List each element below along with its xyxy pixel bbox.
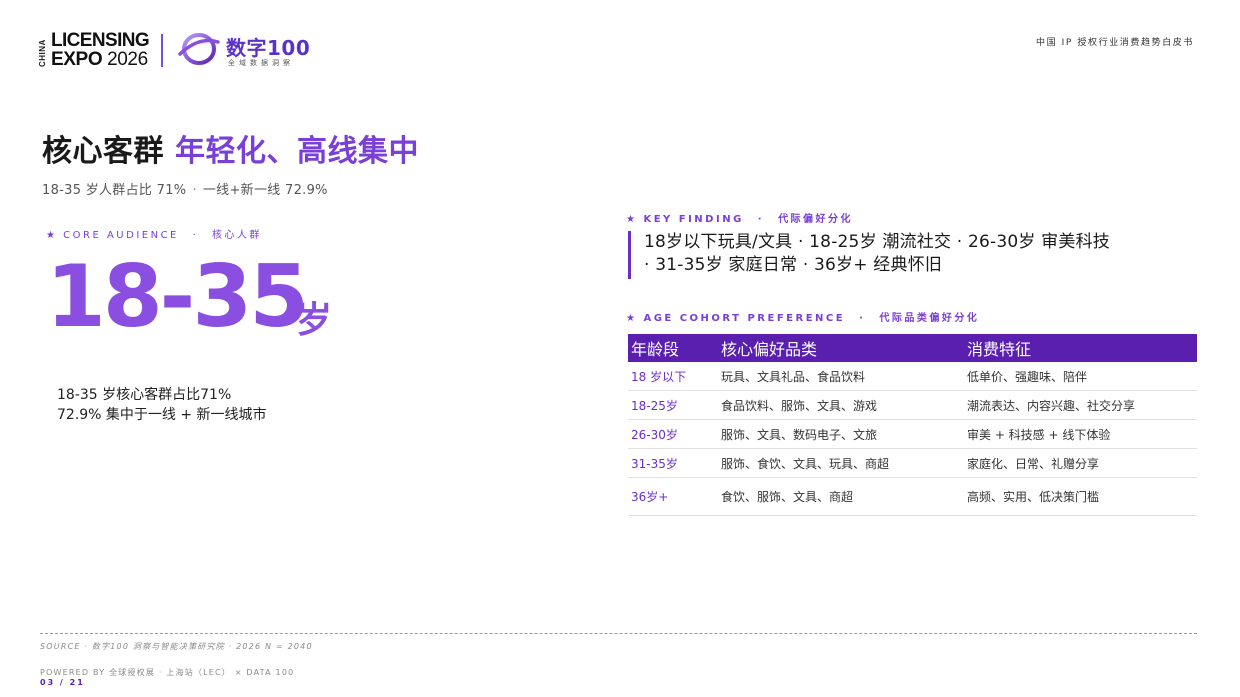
cell-category: 服饰、文具、数码电子、文旅 (718, 419, 964, 449)
logo-expo-text: EXPO (51, 49, 103, 70)
footer-source: SOURCE · 数字100 洞察与智能决策研究院 · 2026 N = 204… (40, 642, 313, 651)
subline-dot: · (192, 183, 197, 198)
table-row: 18-25岁 食品饮料、服饰、文具、游戏 潮流表达、内容兴趣、社交分享 (628, 390, 1197, 420)
core-age-number: 18-35 (46, 247, 309, 347)
logo-year-text: 2026 (107, 49, 148, 70)
footer-powered-by: POWERED BY 全球授权展 · 上海站（LEC） × DATA 100 (40, 668, 295, 677)
cell-age: 18 岁以下 (628, 362, 718, 391)
table-row: 18 岁以下 玩具、文具礼品、食品饮料 低单价、强趣味、陪伴 (628, 362, 1197, 391)
core-description: 18-35 岁核心客群占比71% 72.9% 集中于一线 + 新一线城市 (57, 385, 267, 425)
cell-category: 玩具、文具礼品、食品饮料 (718, 362, 964, 391)
age-cohort-label-en: AGE COHORT PREFERENCE (643, 313, 846, 324)
age-cohort-table: 年龄段 核心偏好品类 消费特征 18 岁以下 玩具、文具礼品、食品饮料 低单价、… (628, 334, 1197, 516)
cell-category: 食品饮料、服饰、文具、游戏 (718, 390, 964, 420)
table-header-row: 年龄段 核心偏好品类 消费特征 (628, 334, 1197, 362)
star-icon: ★ (626, 214, 638, 225)
key-finding-sep: · (757, 214, 765, 225)
column-header-category: 核心偏好品类 (718, 334, 964, 362)
logo-china-text: CHINA (38, 39, 47, 67)
headline-prefix: 核心客群 (42, 134, 164, 169)
table-row: 31-35岁 服饰、食饮、文具、玩具、商超 家庭化、日常、礼赠分享 (628, 448, 1197, 478)
star-icon: ★ (46, 230, 58, 241)
core-label-sep: · (192, 230, 199, 241)
page-subline: 18-35 岁人群占比 71% · 一线+新一线 72.9% (42, 179, 328, 198)
key-finding-label-en: KEY FINDING (643, 214, 744, 225)
core-age-suffix: 岁 (296, 300, 333, 341)
core-audience-label: ★ CORE AUDIENCE · 核心人群 (46, 226, 262, 241)
cell-age: 18-25岁 (628, 390, 718, 420)
key-finding-label: ★ KEY FINDING · 代际偏好分化 (626, 210, 853, 225)
footer-divider (40, 633, 1197, 634)
report-title: 中国 IP 授权行业消费趋势白皮书 (1035, 38, 1194, 48)
key-finding-box: 18岁以下玩具/文具 · 18-25岁 潮流社交 · 26-30岁 审美科技 ·… (628, 231, 1204, 279)
age-cohort-label-cn: 代际品类偏好分化 (879, 313, 980, 324)
page-headline: 核心客群 年轻化、高线集中 (42, 126, 419, 170)
data100-logo-text: 数字100 (226, 36, 311, 60)
subline-part2: 一线+新一线 72.9% (202, 183, 328, 198)
key-finding-line1: 18岁以下玩具/文具 · 18-25岁 潮流社交 · 26-30岁 审美科技 (644, 232, 1110, 252)
column-header-feature: 消费特征 (964, 334, 1197, 362)
key-finding-line2: · 31-35岁 家庭日常 · 36岁+ 经典怀旧 (644, 255, 943, 275)
key-finding-label-cn: 代际偏好分化 (778, 214, 854, 225)
core-desc-line2: 72.9% 集中于一线 + 新一线城市 (57, 407, 267, 423)
core-label-cn: 核心人群 (211, 230, 262, 241)
table-row: 36岁+ 食饮、服饰、文具、商超 高频、实用、低决策门槛 (628, 477, 1197, 516)
logo-divider (161, 34, 163, 67)
age-cohort-sep: · (859, 313, 866, 324)
logo-expo-line: EXPO 2026 (51, 50, 148, 69)
cell-feature: 家庭化、日常、礼赠分享 (964, 448, 1197, 478)
column-header-age: 年龄段 (628, 334, 718, 362)
logo-licensing-text: LICENSING (51, 30, 150, 51)
cell-age: 26-30岁 (628, 419, 718, 449)
core-desc-line1: 18-35 岁核心客群占比71% (57, 387, 232, 403)
cell-age: 31-35岁 (628, 448, 718, 478)
key-finding-text: 18岁以下玩具/文具 · 18-25岁 潮流社交 · 26-30岁 审美科技 ·… (644, 231, 1204, 277)
cell-category: 服饰、食饮、文具、玩具、商超 (718, 448, 964, 478)
cell-feature: 低单价、强趣味、陪伴 (964, 362, 1197, 391)
core-label-en: CORE AUDIENCE (63, 230, 179, 241)
headline-accent: 年轻化、高线集中 (174, 134, 419, 169)
cell-feature: 高频、实用、低决策门槛 (964, 477, 1197, 516)
data100-logo-subtitle: 全域数据洞察 (228, 59, 294, 67)
page-number: 03 / 21 (40, 678, 85, 687)
subline-part1: 18-35 岁人群占比 71% (42, 183, 187, 198)
cell-age: 36岁+ (628, 477, 718, 516)
age-cohort-label: ★ AGE COHORT PREFERENCE · 代际品类偏好分化 (626, 309, 979, 324)
star-icon: ★ (626, 313, 638, 324)
data100-logo-icon (178, 33, 220, 65)
table-row: 26-30岁 服饰、文具、数码电子、文旅 审美 + 科技感 + 线下体验 (628, 419, 1197, 449)
cell-category: 食饮、服饰、文具、商超 (718, 477, 964, 516)
licensing-expo-logo: CHINA LICENSING EXPO 2026 (38, 31, 150, 69)
cell-feature: 审美 + 科技感 + 线下体验 (964, 419, 1197, 449)
cell-feature: 潮流表达、内容兴趣、社交分享 (964, 390, 1197, 420)
